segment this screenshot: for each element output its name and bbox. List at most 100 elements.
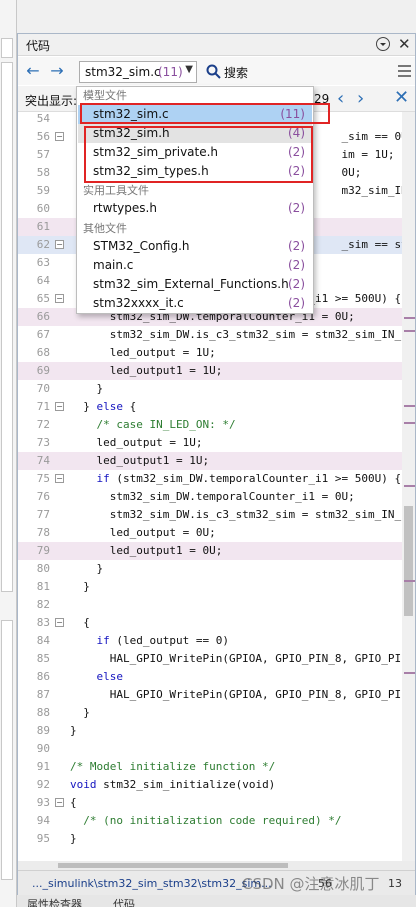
line-number: 88	[36, 706, 50, 719]
annotation-box-header-files	[84, 126, 313, 183]
code-line[interactable]: 71− } else {	[18, 398, 402, 416]
tab-code[interactable]: 代码	[113, 896, 135, 907]
line-number: 78	[36, 526, 50, 539]
fold-toggle-icon[interactable]: −	[55, 798, 64, 807]
code-line[interactable]: 95}	[18, 830, 402, 848]
code-line[interactable]: 75− if (stm32_sim_DW.temporalCounter_i1 …	[18, 470, 402, 488]
search-label: 搜索	[224, 66, 249, 80]
back-arrow-icon[interactable]: ←	[24, 62, 42, 80]
code-text: led_output1 = 0U;	[70, 544, 223, 557]
line-number: 65	[36, 292, 50, 305]
code-line[interactable]: 86 else	[18, 668, 402, 686]
panel-menu-icon[interactable]	[376, 37, 390, 51]
file-selector-count: (11)	[158, 65, 183, 79]
search-field[interactable]: 搜索	[204, 62, 324, 82]
close-icon[interactable]: ✕	[398, 35, 411, 53]
forward-arrow-icon[interactable]: →	[48, 62, 66, 80]
fold-toggle-icon[interactable]: −	[55, 240, 64, 249]
code-line[interactable]: 82	[18, 596, 402, 614]
code-line[interactable]: 88 }	[18, 704, 402, 722]
code-line[interactable]: 87 HAL_GPIO_WritePin(GPIOA, GPIO_PIN_8, …	[18, 686, 402, 704]
vertical-scrollbar[interactable]	[402, 112, 415, 870]
code-line[interactable]: 79 led_output1 = 0U;	[18, 542, 402, 560]
left-dock-pane	[1, 62, 13, 592]
code-line[interactable]: 84 if (led_output == 0)	[18, 632, 402, 650]
panel-title: 代码	[26, 39, 51, 53]
code-line[interactable]: 78 led_output = 0U;	[18, 524, 402, 542]
dropdown-item-count: (2)	[288, 201, 305, 215]
code-line[interactable]: 73 led_output = 1U;	[18, 434, 402, 452]
vertical-scroll-thumb[interactable]	[404, 506, 413, 616]
left-dock-tab[interactable]	[1, 38, 13, 58]
close-highlight-icon[interactable]: ✕	[394, 87, 409, 108]
code-line[interactable]: 72 /* case IN_LED_ON: */	[18, 416, 402, 434]
dropdown-item-stm32xxxx-it-c[interactable]: stm32xxxx_it.c (2)	[78, 294, 312, 313]
code-text: stm32_sim_DW.is_c3_stm32_sim = stm32_sim…	[70, 328, 402, 341]
code-line[interactable]: 77 stm32_sim_DW.is_c3_stm32_sim = stm32_…	[18, 506, 402, 524]
watermark: CSDN @注意冰肌丁	[242, 875, 380, 893]
code-line[interactable]: 76 stm32_sim_DW.temporalCounter_i1 = 0U;	[18, 488, 402, 506]
code-text: /* case IN_LED_ON: */	[70, 418, 236, 431]
menu-icon[interactable]	[398, 65, 411, 77]
code-line[interactable]: 68 led_output = 1U;	[18, 344, 402, 362]
scroll-marker	[404, 317, 415, 319]
file-selector-dropdown[interactable]: stm32_sim.c (11) ▼	[79, 61, 197, 83]
code-text: led_output = 1U;	[70, 346, 216, 359]
fold-toggle-icon[interactable]: −	[55, 402, 64, 411]
tab-property-inspector[interactable]: 属性检查器	[27, 896, 82, 907]
code-line[interactable]: 67 stm32_sim_DW.is_c3_stm32_sim = stm32_…	[18, 326, 402, 344]
code-line[interactable]: 91 /* Model initialize function */	[18, 758, 402, 776]
dropdown-item-external-functions-h[interactable]: stm32_sim_External_Functions.h (2)	[78, 275, 312, 294]
code-line[interactable]: 69 led_output1 = 1U;	[18, 362, 402, 380]
dropdown-item-count: (2)	[288, 296, 305, 310]
code-line[interactable]: 89}	[18, 722, 402, 740]
code-line[interactable]: 93−{	[18, 794, 402, 812]
dropdown-item-stm32-config-h[interactable]: STM32_Config.h (2)	[78, 237, 312, 256]
code-line[interactable]: 80 }	[18, 560, 402, 578]
line-number: 58	[36, 166, 50, 179]
line-number: 81	[36, 580, 50, 593]
dropdown-item-count: (2)	[288, 277, 305, 291]
fold-toggle-icon[interactable]: −	[55, 618, 64, 627]
line-number: 73	[36, 436, 50, 449]
code-line[interactable]: 90	[18, 740, 402, 758]
line-number: 74	[36, 454, 50, 467]
dropdown-item-main-c[interactable]: main.c (2)	[78, 256, 312, 275]
annotation-box-selected-file	[80, 103, 330, 124]
line-number: 91	[36, 760, 50, 773]
code-line[interactable]: 81 }	[18, 578, 402, 596]
code-line[interactable]: 74 led_output1 = 1U;	[18, 452, 402, 470]
next-match-icon[interactable]: ›	[357, 88, 364, 109]
fold-toggle-icon[interactable]: −	[55, 474, 64, 483]
code-text: led_output1 = 1U;	[70, 454, 210, 467]
dropdown-item-label: stm32_sim_External_Functions.h	[93, 277, 289, 291]
code-line[interactable]: 83− {	[18, 614, 402, 632]
fold-toggle-icon[interactable]: −	[55, 132, 64, 141]
dropdown-item-label: STM32_Config.h	[93, 239, 190, 253]
code-text: }	[70, 706, 90, 719]
code-line[interactable]: 92 void stm32_sim_initialize(void)	[18, 776, 402, 794]
fold-toggle-icon[interactable]: −	[55, 294, 64, 303]
dropdown-item-rtwtypes-h[interactable]: rtwtypes.h (2)	[78, 199, 312, 218]
code-line[interactable]: 94 /* (no initialization code required) …	[18, 812, 402, 830]
line-number: 68	[36, 346, 50, 359]
line-number: 61	[36, 220, 50, 233]
horizontal-scrollbar[interactable]	[18, 861, 415, 870]
horizontal-scroll-thumb[interactable]	[58, 863, 288, 868]
dropdown-item-count: (2)	[288, 258, 305, 272]
code-text: void stm32_sim_initialize(void)	[70, 778, 276, 791]
code-text: HAL_GPIO_WritePin(GPIOA, GPIO_PIN_8, GPI…	[70, 652, 402, 665]
code-text: if (led_output == 0)	[96, 634, 229, 647]
code-text: /* Model initialize function */	[70, 760, 276, 773]
line-number: 54	[36, 112, 50, 125]
line-number: 93	[36, 796, 50, 809]
code-text: /* (no initialization code required) */	[70, 814, 342, 827]
code-text: {	[70, 796, 77, 809]
code-text: }	[70, 562, 104, 575]
code-line[interactable]: 85 HAL_GPIO_WritePin(GPIOA, GPIO_PIN_8, …	[18, 650, 402, 668]
code-line[interactable]: 70 }	[18, 380, 402, 398]
file-path-link[interactable]: ..._simulink\stm32_sim_stm32\stm32_sim..…	[32, 877, 272, 890]
scroll-marker	[404, 422, 415, 424]
code-text: led_output1 = 1U;	[70, 364, 223, 377]
previous-match-icon[interactable]: ‹	[337, 88, 344, 109]
